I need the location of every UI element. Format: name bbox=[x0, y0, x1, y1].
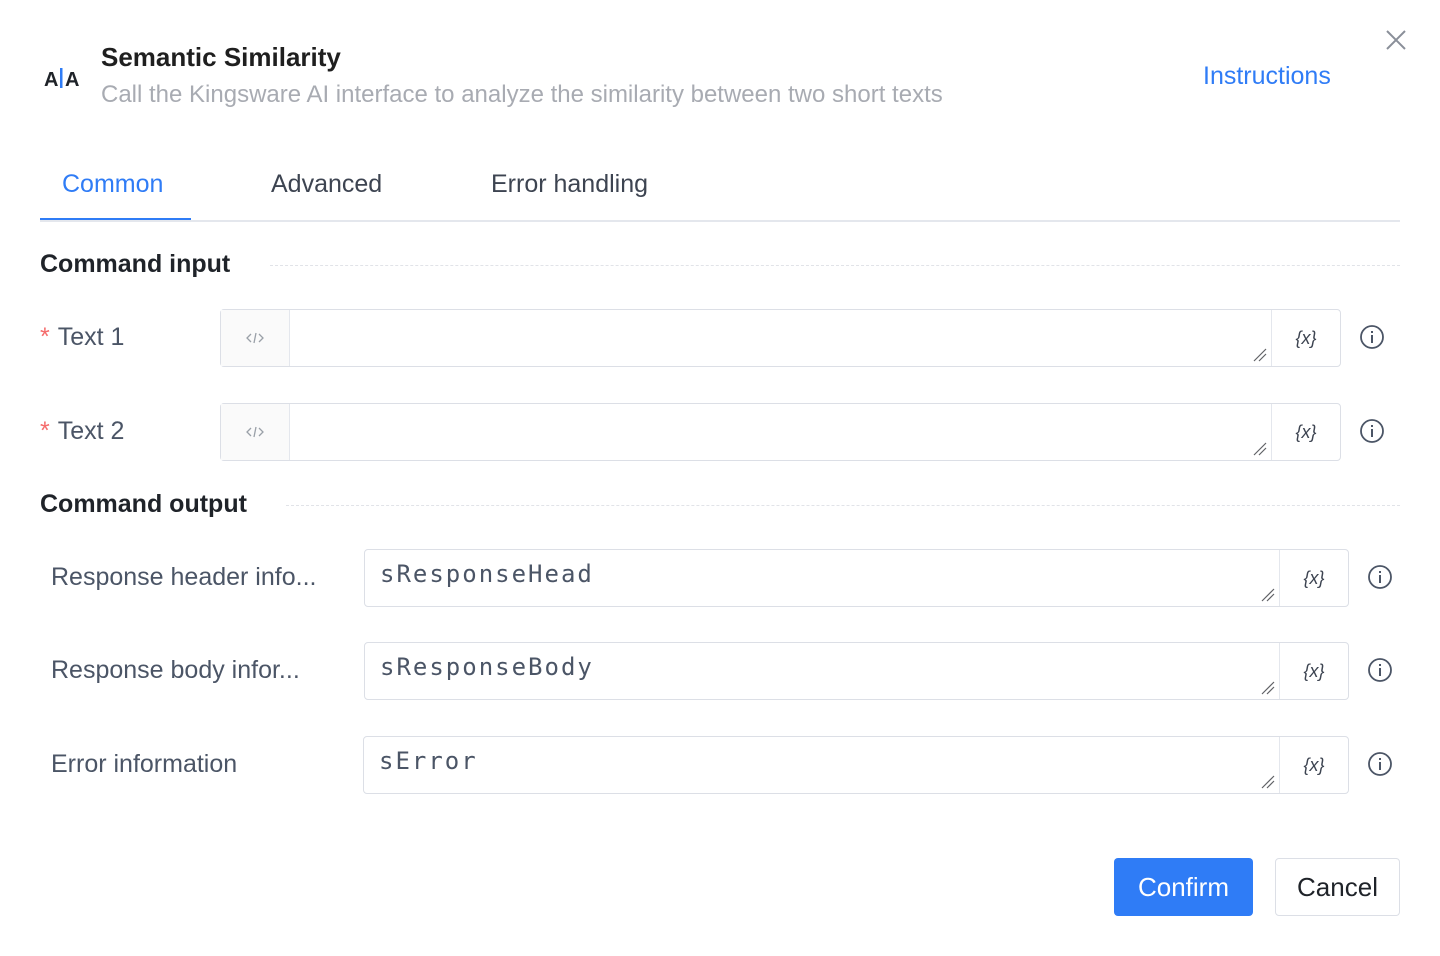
required-marker: * bbox=[40, 417, 50, 445]
response-header-field: sResponseHead {x} bbox=[364, 549, 1349, 607]
info-icon[interactable] bbox=[1359, 324, 1385, 350]
info-icon[interactable] bbox=[1367, 564, 1393, 590]
insert-variable-button[interactable]: {x} bbox=[1271, 310, 1340, 366]
response-body-label: Response body infor... bbox=[51, 656, 300, 684]
response-body-field: sResponseBody {x} bbox=[364, 642, 1349, 700]
tab-bar: Common Advanced Error handling bbox=[40, 155, 1400, 222]
resize-handle-icon[interactable] bbox=[1261, 681, 1275, 695]
required-marker: * bbox=[40, 323, 50, 351]
tab-error-handling[interactable]: Error handling bbox=[491, 170, 648, 199]
command-input-heading: Command input bbox=[40, 250, 231, 278]
insert-variable-button[interactable]: {x} bbox=[1279, 550, 1348, 606]
text1-label: * Text 1 bbox=[40, 323, 125, 351]
resize-handle-icon[interactable] bbox=[1261, 588, 1275, 602]
info-icon[interactable] bbox=[1359, 418, 1385, 444]
dialog-title: Semantic Similarity bbox=[101, 42, 341, 72]
svg-text:A: A bbox=[65, 69, 79, 90]
tab-advanced[interactable]: Advanced bbox=[271, 170, 382, 199]
insert-variable-button[interactable]: {x} bbox=[1279, 643, 1348, 699]
resize-handle-icon[interactable] bbox=[1253, 442, 1267, 456]
resize-handle-icon[interactable] bbox=[1253, 348, 1267, 362]
dialog-subtitle: Call the Kingsware AI interface to analy… bbox=[101, 81, 943, 108]
tab-common[interactable]: Common bbox=[62, 170, 163, 199]
cancel-button[interactable]: Cancel bbox=[1275, 858, 1400, 916]
error-information-label: Error information bbox=[51, 750, 238, 778]
instructions-link[interactable]: Instructions bbox=[1203, 62, 1331, 91]
confirm-button[interactable]: Confirm bbox=[1114, 858, 1253, 916]
text1-field: {x} bbox=[220, 309, 1341, 367]
text2-field: {x} bbox=[220, 403, 1341, 461]
error-information-field: sError {x} bbox=[363, 736, 1349, 794]
resize-handle-icon[interactable] bbox=[1261, 775, 1275, 789]
text1-input[interactable] bbox=[290, 310, 1271, 366]
section-divider bbox=[286, 505, 1400, 506]
text2-input[interactable] bbox=[290, 404, 1271, 460]
code-mode-icon[interactable] bbox=[221, 404, 290, 460]
section-divider bbox=[270, 265, 1400, 266]
active-tab-indicator bbox=[40, 218, 191, 220]
response-header-label: Response header info... bbox=[51, 563, 317, 591]
text2-label: * Text 2 bbox=[40, 417, 125, 445]
insert-variable-button[interactable]: {x} bbox=[1271, 404, 1340, 460]
response-header-input[interactable]: sResponseHead bbox=[365, 550, 1279, 606]
info-icon[interactable] bbox=[1367, 657, 1393, 683]
insert-variable-button[interactable]: {x} bbox=[1279, 737, 1348, 793]
semantic-similarity-dialog: A A Semantic Similarity Call the Kingswa… bbox=[0, 0, 1440, 956]
ai-text-compare-icon: A A bbox=[44, 64, 80, 92]
close-icon[interactable] bbox=[1383, 27, 1409, 53]
code-mode-icon[interactable] bbox=[221, 310, 290, 366]
command-output-heading: Command output bbox=[40, 490, 247, 518]
error-information-input[interactable]: sError bbox=[364, 737, 1279, 793]
info-icon[interactable] bbox=[1367, 751, 1393, 777]
svg-text:A: A bbox=[44, 69, 58, 90]
response-body-input[interactable]: sResponseBody bbox=[365, 643, 1279, 699]
